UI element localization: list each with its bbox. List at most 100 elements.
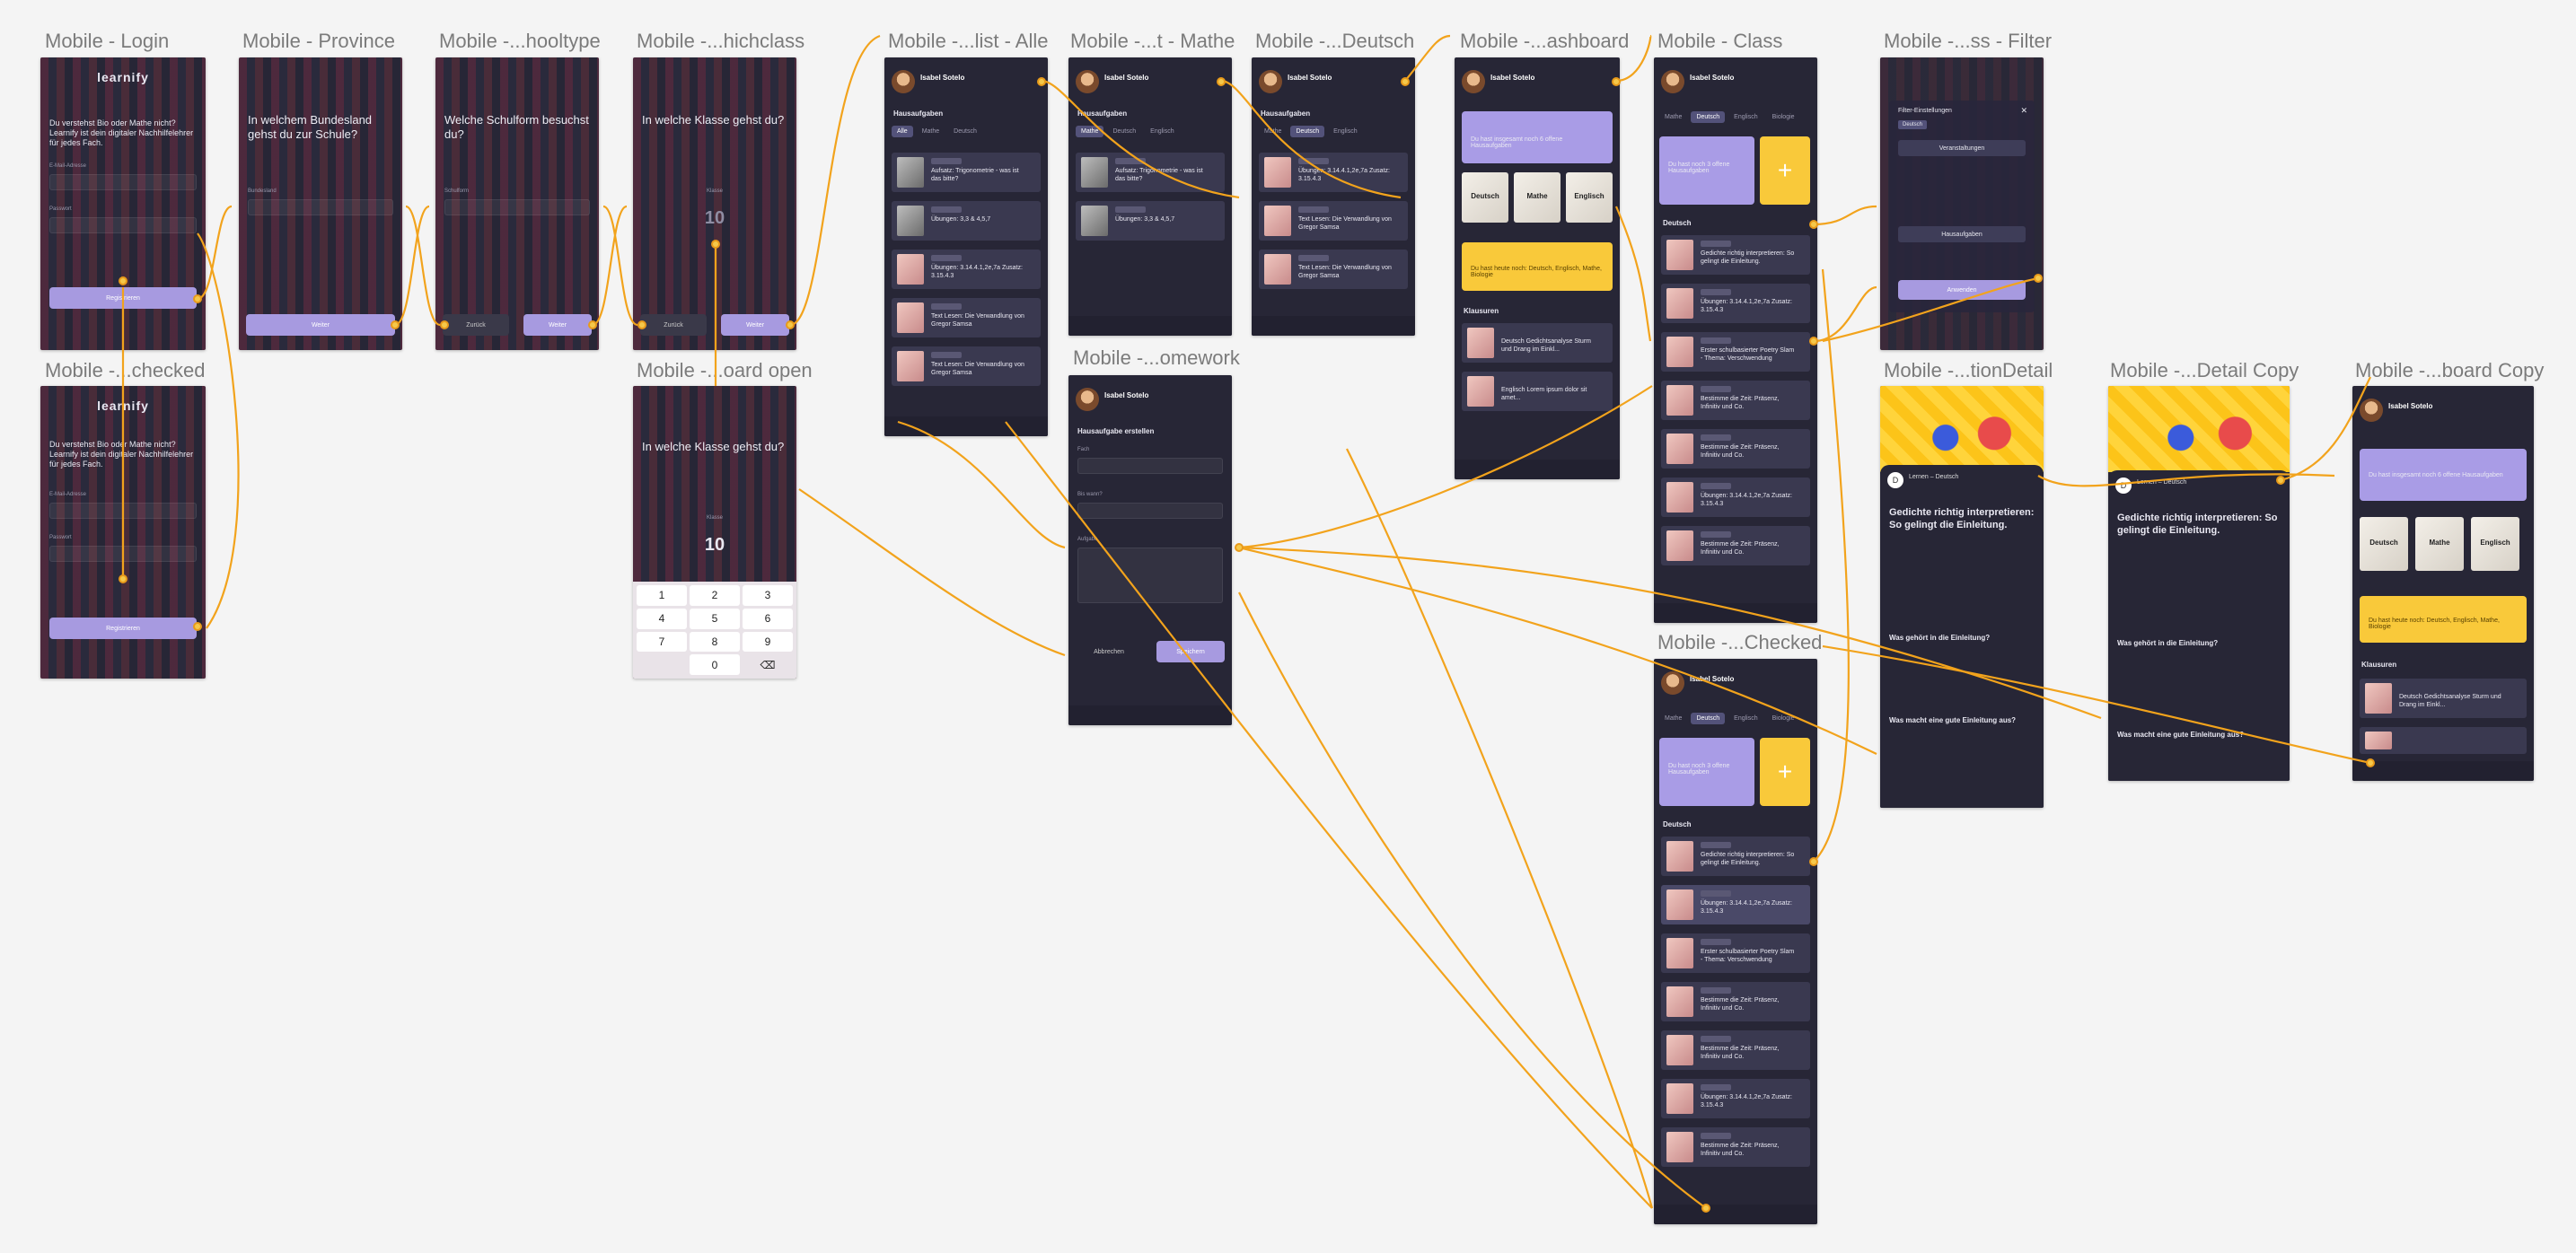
list-item[interactable]: Übungen: 3.14.4.1,2e,7a Zusatz: 3.15.4.3: [1661, 478, 1810, 517]
key-2[interactable]: 2: [690, 585, 740, 606]
list-item[interactable]: Bestimme die Zeit: Präsenz, Infinitiv un…: [1661, 1030, 1810, 1070]
key-4[interactable]: 4: [637, 608, 687, 629]
tab-englisch[interactable]: Englisch: [1728, 713, 1763, 724]
open-homework-card[interactable]: Du hast noch 3 offene Hausaufgaben: [1659, 738, 1754, 806]
key-0[interactable]: 0: [690, 654, 740, 675]
hotspot-dot: [2276, 476, 2285, 485]
save-button[interactable]: Speichern: [1156, 641, 1225, 662]
list-item[interactable]: Aufsatz: Trigonometrie - was ist das bit…: [892, 153, 1041, 192]
register-button[interactable]: Registrieren: [49, 618, 197, 639]
list-item[interactable]: Bestimme die Zeit: Präsenz, Infinitiv un…: [1661, 381, 1810, 420]
list-item[interactable]: Gedichte richtig interpretieren: So geli…: [1661, 837, 1810, 876]
close-icon[interactable]: ✕: [2020, 106, 2027, 116]
exam-item[interactable]: Deutsch Gedichtsanalyse Sturm und Drang …: [2360, 679, 2527, 718]
list-item[interactable]: Erster schulbasierter Poetry Slam - Them…: [1661, 933, 1810, 973]
filter-chip[interactable]: Deutsch: [1898, 120, 1928, 129]
class-value[interactable]: 10: [633, 535, 796, 556]
tab-mathe[interactable]: Mathe: [1659, 111, 1687, 123]
list-item[interactable]: Text Lesen: Die Verwandlung von Gregor S…: [892, 346, 1041, 386]
cancel-button[interactable]: Abbrechen: [1077, 641, 1140, 662]
list-item[interactable]: Text Lesen: Die Verwandlung von Gregor S…: [1259, 250, 1408, 289]
tab-englisch[interactable]: Englisch: [1728, 111, 1763, 123]
hotspot-dot: [119, 574, 127, 583]
task-textarea[interactable]: [1077, 548, 1223, 603]
key-8[interactable]: 8: [690, 631, 740, 653]
filter-option-events[interactable]: Veranstaltungen: [1898, 140, 2026, 156]
key-3[interactable]: 3: [743, 585, 793, 606]
key-1[interactable]: 1: [637, 585, 687, 606]
due-date-field[interactable]: [1077, 503, 1223, 519]
list-item[interactable]: Übungen: 3.14.4.1,2e,7a Zusatz: 3.15.4.3: [1661, 284, 1810, 323]
list-item[interactable]: Erster schulbasierter Poetry Slam - Them…: [1661, 332, 1810, 372]
list-item[interactable]: Übungen: 3.14.4.1,2e,7a Zusatz: 3.15.4.3: [1661, 1079, 1810, 1118]
add-homework-button[interactable]: +: [1760, 738, 1810, 806]
back-button[interactable]: Zurück: [640, 314, 707, 336]
backspace-key-icon[interactable]: ⌫: [743, 654, 793, 675]
subject-card-deutsch[interactable]: Deutsch: [2360, 517, 2408, 571]
tab-deutsch[interactable]: Deutsch: [1107, 126, 1141, 137]
today-card[interactable]: Du hast heute noch: Deutsch, Englisch, M…: [1462, 242, 1613, 291]
wire: [1813, 268, 1850, 863]
open-homework-card[interactable]: Du hast insgesamt noch 6 offene Hausaufg…: [1462, 111, 1613, 163]
tab-englisch[interactable]: Englisch: [1145, 126, 1179, 137]
next-button[interactable]: Weiter: [246, 314, 395, 336]
tab-deutsch[interactable]: Deutsch: [1691, 713, 1726, 724]
tab-deutsch[interactable]: Deutsch: [1691, 111, 1726, 123]
today-card[interactable]: Du hast heute noch: Deutsch, Englisch, M…: [2360, 596, 2527, 643]
list-item[interactable]: Übungen: 3,3 & 4,5,7: [1076, 201, 1225, 241]
list-item[interactable]: Übungen: 3.14.4.1,2e,7a Zusatz: 3.15.4.3: [1259, 153, 1408, 192]
filter-option-homework[interactable]: Hausaufgaben: [1898, 226, 2026, 242]
schooltype-select[interactable]: [444, 199, 590, 215]
email-field[interactable]: [49, 503, 197, 519]
tab-mathe[interactable]: Mathe: [917, 126, 945, 137]
key-6[interactable]: 6: [743, 608, 793, 629]
subject-card-mathe[interactable]: Mathe: [1514, 172, 1561, 223]
subject-select[interactable]: [1077, 458, 1223, 474]
list-item[interactable]: Aufsatz: Trigonometrie - was ist das bit…: [1076, 153, 1225, 192]
subject-card-englisch[interactable]: Englisch: [1566, 172, 1613, 223]
list-item[interactable]: Bestimme die Zeit: Präsenz, Infinitiv un…: [1661, 1127, 1810, 1167]
open-homework-card[interactable]: Du hast noch 3 offene Hausaufgaben: [1659, 136, 1754, 205]
tab-alle[interactable]: Alle: [892, 126, 913, 137]
tab-deutsch[interactable]: Deutsch: [1290, 126, 1325, 137]
list-item-checked[interactable]: Übungen: 3.14.4.1,2e,7a Zusatz: 3.15.4.3: [1661, 885, 1810, 924]
exam-item[interactable]: Deutsch Gedichtsanalyse Sturm und Drang …: [1462, 323, 1613, 363]
list-item[interactable]: Bestimme die Zeit: Präsenz, Infinitiv un…: [1661, 429, 1810, 469]
tab-biologie[interactable]: Biologie: [1767, 713, 1800, 724]
password-field[interactable]: [49, 217, 197, 233]
list-item[interactable]: Gedichte richtig interpretieren: So geli…: [1661, 235, 1810, 275]
open-homework-card[interactable]: Du hast insgesamt noch 6 offene Hausaufg…: [2360, 449, 2527, 501]
next-button[interactable]: Weiter: [523, 314, 592, 336]
next-button[interactable]: Weiter: [721, 314, 789, 336]
email-field[interactable]: [49, 174, 197, 190]
add-homework-button[interactable]: +: [1760, 136, 1810, 205]
password-field[interactable]: [49, 546, 197, 562]
tab-mathe[interactable]: Mathe: [1259, 126, 1287, 137]
list-item[interactable]: Bestimme die Zeit: Präsenz, Infinitiv un…: [1661, 982, 1810, 1021]
bottom-nav: [1252, 316, 1415, 336]
class-value[interactable]: 10: [633, 208, 796, 229]
province-select[interactable]: [248, 199, 393, 215]
list-item[interactable]: Text Lesen: Die Verwandlung von Gregor S…: [1259, 201, 1408, 241]
list-item[interactable]: Übungen: 3.14.4.1,2e,7a Zusatz: 3.15.4.3: [892, 250, 1041, 289]
back-button[interactable]: Zurück: [443, 314, 509, 336]
key-7[interactable]: 7: [637, 631, 687, 653]
list-item[interactable]: Bestimme die Zeit: Präsenz, Infinitiv un…: [1661, 526, 1810, 565]
subject-card-mathe[interactable]: Mathe: [2415, 517, 2464, 571]
tab-mathe[interactable]: Mathe: [1659, 713, 1687, 724]
tab-biologie[interactable]: Biologie: [1767, 111, 1800, 123]
apply-button[interactable]: Anwenden: [1898, 280, 2026, 300]
exams-title: Klausuren: [1464, 307, 1499, 315]
subject-card-deutsch[interactable]: Deutsch: [1462, 172, 1508, 223]
register-button[interactable]: Registrieren: [49, 287, 197, 309]
list-item[interactable]: Text Lesen: Die Verwandlung von Gregor S…: [892, 298, 1041, 337]
subject-card-englisch[interactable]: Englisch: [2471, 517, 2519, 571]
key-5[interactable]: 5: [690, 608, 740, 629]
tab-mathe[interactable]: Mathe: [1076, 126, 1104, 137]
exam-item[interactable]: Englisch Lorem ipsum dolor sit amet...: [1462, 372, 1613, 411]
key-9[interactable]: 9: [743, 631, 793, 653]
list-item[interactable]: Übungen: 3,3 & 4,5,7: [892, 201, 1041, 241]
tab-englisch[interactable]: Englisch: [1328, 126, 1362, 137]
tab-deutsch[interactable]: Deutsch: [948, 126, 982, 137]
exam-item[interactable]: [2360, 727, 2527, 754]
